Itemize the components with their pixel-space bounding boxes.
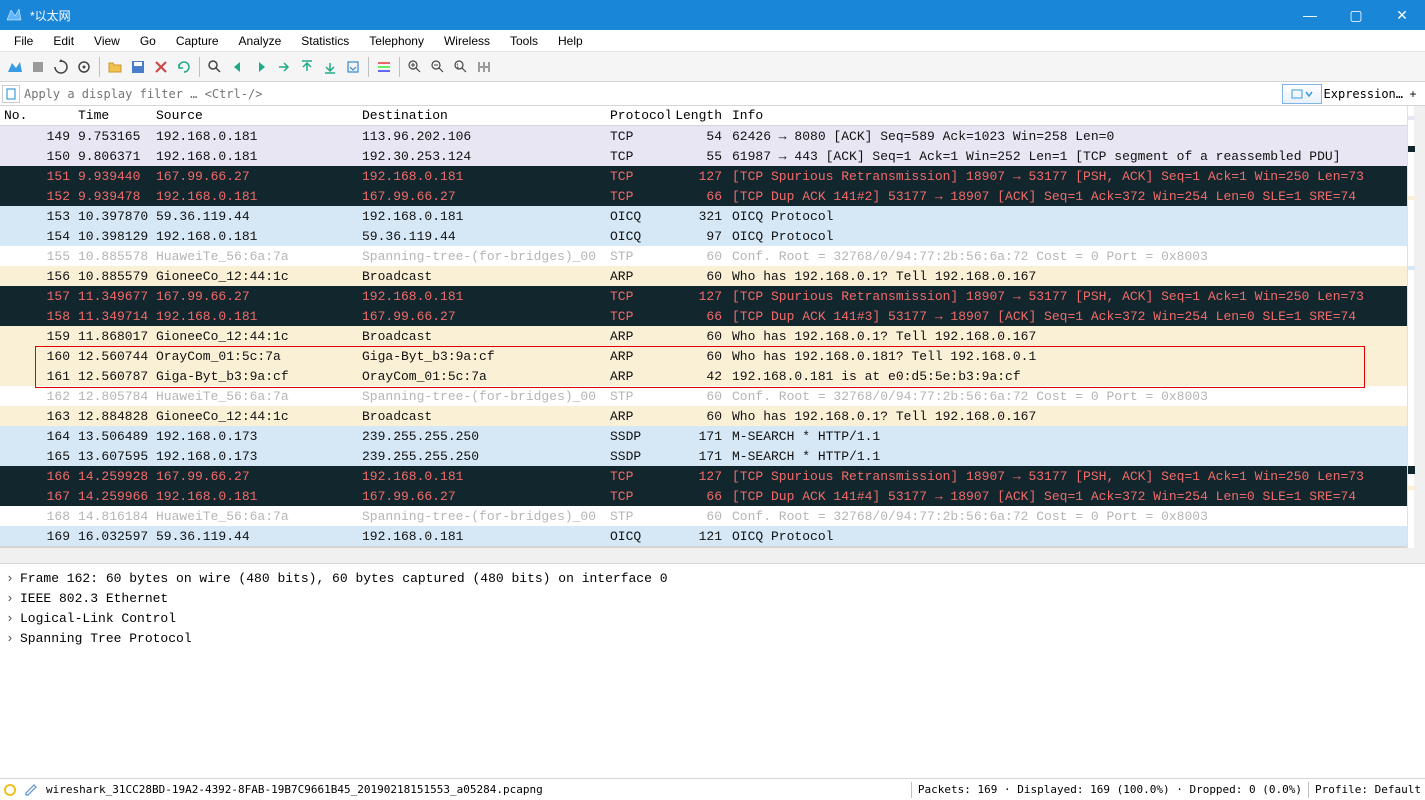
autoscroll-icon[interactable] xyxy=(342,56,364,78)
expression-button[interactable]: Expression… xyxy=(1324,87,1403,101)
menu-capture[interactable]: Capture xyxy=(166,32,229,50)
zoom-out-icon[interactable] xyxy=(427,56,449,78)
expand-icon[interactable]: › xyxy=(6,611,20,626)
stop-capture-icon[interactable] xyxy=(27,56,49,78)
display-filter-input[interactable] xyxy=(20,84,1282,104)
status-profile[interactable]: Profile: Default xyxy=(1315,783,1421,796)
filter-history-dropdown[interactable] xyxy=(1282,84,1322,104)
window-titlebar: *以太网 — ▢ ✕ xyxy=(0,0,1425,30)
packet-row[interactable]: 15610.885579GioneeCo_12:44:1cBroadcastAR… xyxy=(0,266,1407,286)
menu-edit[interactable]: Edit xyxy=(43,32,84,50)
reload-icon[interactable] xyxy=(173,56,195,78)
status-file: wireshark_31CC28BD-19A2-4392-8FAB-19B7C9… xyxy=(46,783,543,796)
packet-list[interactable]: No. Time Source Destination Protocol Len… xyxy=(0,106,1407,548)
packet-row[interactable]: 16212.805784HuaweiTe_56:6a:7aSpanning-tr… xyxy=(0,386,1407,406)
packet-row[interactable]: 16614.259928167.99.66.27192.168.0.181TCP… xyxy=(0,466,1407,486)
zoom-reset-icon[interactable]: 1 xyxy=(450,56,472,78)
app-icon xyxy=(6,7,22,23)
packet-row[interactable]: 1529.939478192.168.0.181167.99.66.27TCP6… xyxy=(0,186,1407,206)
go-first-icon[interactable] xyxy=(296,56,318,78)
packet-list-header: No. Time Source Destination Protocol Len… xyxy=(0,106,1407,126)
packet-row[interactable]: 16413.506489192.168.0.173239.255.255.250… xyxy=(0,426,1407,446)
packet-row[interactable]: 16312.884828GioneeCo_12:44:1cBroadcastAR… xyxy=(0,406,1407,426)
packet-row[interactable]: 16916.03259759.36.119.44192.168.0.181OIC… xyxy=(0,526,1407,546)
go-last-icon[interactable] xyxy=(319,56,341,78)
menu-tools[interactable]: Tools xyxy=(500,32,548,50)
expert-info-icon[interactable] xyxy=(4,784,16,796)
packet-row[interactable]: 15711.349677167.99.66.27192.168.0.181TCP… xyxy=(0,286,1407,306)
minimize-button[interactable]: — xyxy=(1287,0,1333,30)
packet-row[interactable]: 15510.885578HuaweiTe_56:6a:7aSpanning-tr… xyxy=(0,246,1407,266)
packet-row[interactable]: 16112.560787Giga-Byt_b3:9a:cfOrayCom_01:… xyxy=(0,366,1407,386)
col-destination[interactable]: Destination xyxy=(358,108,606,123)
packet-row[interactable]: 16513.607595192.168.0.173239.255.255.250… xyxy=(0,446,1407,466)
packet-row[interactable]: 1499.753165192.168.0.181113.96.202.106TC… xyxy=(0,126,1407,146)
statusbar: wireshark_31CC28BD-19A2-4392-8FAB-19B7C9… xyxy=(0,778,1425,800)
expand-icon[interactable]: › xyxy=(6,571,20,586)
menu-analyze[interactable]: Analyze xyxy=(229,32,292,50)
menu-help[interactable]: Help xyxy=(548,32,593,50)
packet-minimap[interactable] xyxy=(1407,106,1425,548)
close-file-icon[interactable] xyxy=(150,56,172,78)
window-title: *以太网 xyxy=(30,7,71,24)
toolbar: 1 xyxy=(0,52,1425,82)
menu-go[interactable]: Go xyxy=(130,32,166,50)
packet-row[interactable]: 1519.939440167.99.66.27192.168.0.181TCP1… xyxy=(0,166,1407,186)
detail-line: ›Frame 162: 60 bytes on wire (480 bits),… xyxy=(6,568,1419,588)
go-to-icon[interactable] xyxy=(273,56,295,78)
menu-file[interactable]: File xyxy=(4,32,43,50)
edit-capture-comment-icon[interactable] xyxy=(24,783,38,797)
menu-wireless[interactable]: Wireless xyxy=(434,32,500,50)
find-packet-icon[interactable] xyxy=(204,56,226,78)
packet-row[interactable]: 15310.39787059.36.119.44192.168.0.181OIC… xyxy=(0,206,1407,226)
col-time[interactable]: Time xyxy=(74,108,152,123)
menu-telephony[interactable]: Telephony xyxy=(359,32,434,50)
packet-list-hscrollbar[interactable] xyxy=(0,548,1425,564)
restart-capture-icon[interactable] xyxy=(50,56,72,78)
packet-row[interactable]: 15811.349714192.168.0.181167.99.66.27TCP… xyxy=(0,306,1407,326)
resize-columns-icon[interactable] xyxy=(473,56,495,78)
expand-icon[interactable]: › xyxy=(6,631,20,646)
col-no[interactable]: No. xyxy=(0,108,74,123)
status-packets: Packets: 169 · Displayed: 169 (100.0%) ·… xyxy=(918,783,1302,796)
colorize-icon[interactable] xyxy=(373,56,395,78)
packet-row[interactable]: 16814.816184HuaweiTe_56:6a:7aSpanning-tr… xyxy=(0,506,1407,526)
packet-row[interactable]: 15911.868017GioneeCo_12:44:1cBroadcastAR… xyxy=(0,326,1407,346)
start-capture-icon[interactable] xyxy=(4,56,26,78)
filter-bookmark-icon[interactable] xyxy=(2,85,20,103)
detail-line: ›Logical-Link Control xyxy=(6,608,1419,628)
close-button[interactable]: ✕ xyxy=(1379,0,1425,30)
capture-options-icon[interactable] xyxy=(73,56,95,78)
packet-row[interactable]: 15410.398129192.168.0.18159.36.119.44OIC… xyxy=(0,226,1407,246)
menu-statistics[interactable]: Statistics xyxy=(291,32,359,50)
menu-view[interactable]: View xyxy=(84,32,130,50)
go-forward-icon[interactable] xyxy=(250,56,272,78)
packet-row[interactable]: 1509.806371192.168.0.181192.30.253.124TC… xyxy=(0,146,1407,166)
maximize-button[interactable]: ▢ xyxy=(1333,0,1379,30)
col-protocol[interactable]: Protocol xyxy=(606,108,670,123)
detail-line: ›Spanning Tree Protocol xyxy=(6,628,1419,648)
zoom-in-icon[interactable] xyxy=(404,56,426,78)
packet-row[interactable]: 16714.259966192.168.0.181167.99.66.27TCP… xyxy=(0,486,1407,506)
go-back-icon[interactable] xyxy=(227,56,249,78)
col-info[interactable]: Info xyxy=(726,108,1407,123)
expand-icon[interactable]: › xyxy=(6,591,20,606)
packet-details-pane[interactable]: ›Frame 162: 60 bytes on wire (480 bits),… xyxy=(0,564,1425,778)
col-source[interactable]: Source xyxy=(152,108,358,123)
save-file-icon[interactable] xyxy=(127,56,149,78)
menubar: File Edit View Go Capture Analyze Statis… xyxy=(0,30,1425,52)
open-file-icon[interactable] xyxy=(104,56,126,78)
col-length[interactable]: Length xyxy=(670,108,726,123)
display-filter-bar: Expression… + xyxy=(0,82,1425,106)
detail-line: ›IEEE 802.3 Ethernet xyxy=(6,588,1419,608)
packet-row[interactable]: 16012.560744OrayCom_01:5c:7aGiga-Byt_b3:… xyxy=(0,346,1407,366)
add-filter-button[interactable]: + xyxy=(1405,87,1421,101)
